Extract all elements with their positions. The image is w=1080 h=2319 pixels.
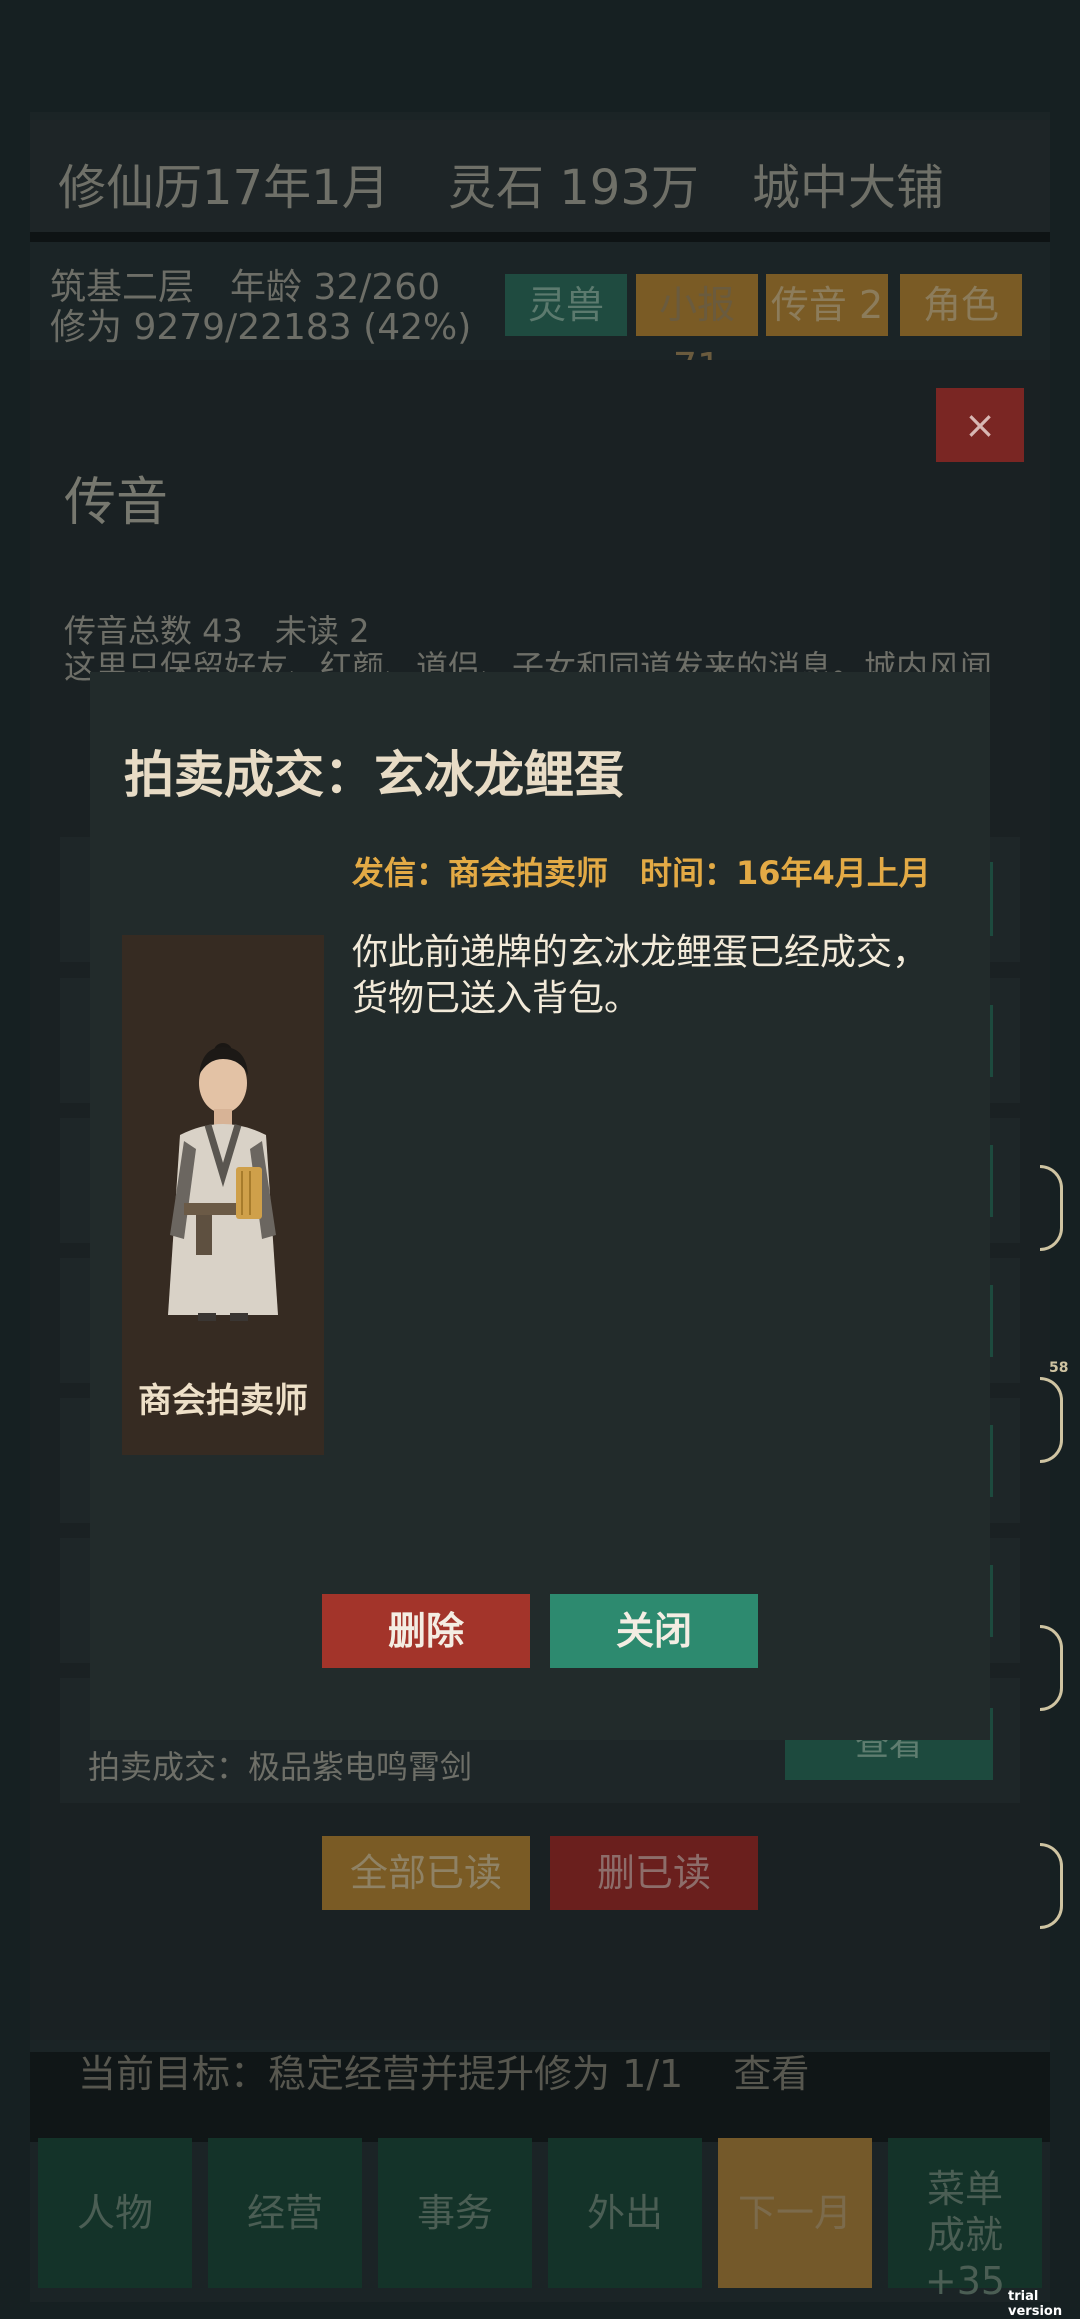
menu-label: 菜单 [926,2167,1003,2211]
sender-name: 商会拍卖师 [138,1381,308,1421]
message-body: 你此前递牌的玄冰龙鲤蛋已经成交，货物已送入背包。 [352,932,929,1019]
list-item-text: 拍卖成交：极品紫电鸣霄剑 [88,1748,473,1786]
nav-business[interactable]: 经营 [208,2138,362,2288]
nav-menu[interactable]: 菜单 成就+35 [888,2138,1042,2303]
side-coin-icon[interactable] [1040,1843,1063,1929]
top-status-bar: 修仙历17年1月 灵石 193万 城中大铺 [30,120,1050,242]
current-goal[interactable]: 当前目标：稳定经营并提升修为 1/1 查看 [78,2050,809,2098]
close-icon[interactable]: × [936,388,1024,462]
messages-button[interactable]: 传音 2 [766,274,888,336]
delete-read-button[interactable]: 删已读 [550,1836,758,1910]
side-coin-icon[interactable] [1040,1165,1063,1251]
cultivation-stats: 筑基二层 年龄 32/260 修为 9279/22183 (42%) [50,268,471,348]
nav-affairs[interactable]: 事务 [378,2138,532,2288]
realm-age: 筑基二层 年龄 32/260 [50,267,441,308]
panel-title: 传音 [64,473,169,533]
side-coin-icon[interactable] [1040,1625,1063,1711]
watermark: trial version [1008,2289,1063,2319]
game-date: 修仙历17年1月 [58,160,390,216]
mark-all-read-button[interactable]: 全部已读 [322,1836,530,1910]
location-label: 城中大铺 [752,160,945,216]
spirit-stone-count: 灵石 193万 [448,160,699,216]
side-coin-icon[interactable] [1040,1377,1063,1463]
nav-character[interactable]: 人物 [38,2138,192,2288]
delete-button[interactable]: 删除 [322,1594,530,1668]
nav-next-month[interactable]: 下一月 [718,2138,872,2288]
news-button[interactable]: 小报 71 [636,274,758,389]
character-button[interactable]: 角色 [900,274,1022,336]
spirit-beast-button[interactable]: 灵兽 [505,274,627,336]
sender-time: 发信：商会拍卖师 时间：16年4月上月 [352,854,931,892]
dialog-title: 拍卖成交：玄冰龙鲤蛋 [124,746,624,804]
merchant-portrait-icon [168,1043,278,1321]
side-badge: 58 [1049,1360,1069,1376]
cultivation-progress: 修为 9279/22183 (42%) [50,307,472,348]
nav-outing[interactable]: 外出 [548,2138,702,2288]
close-button[interactable]: 关闭 [550,1594,758,1668]
